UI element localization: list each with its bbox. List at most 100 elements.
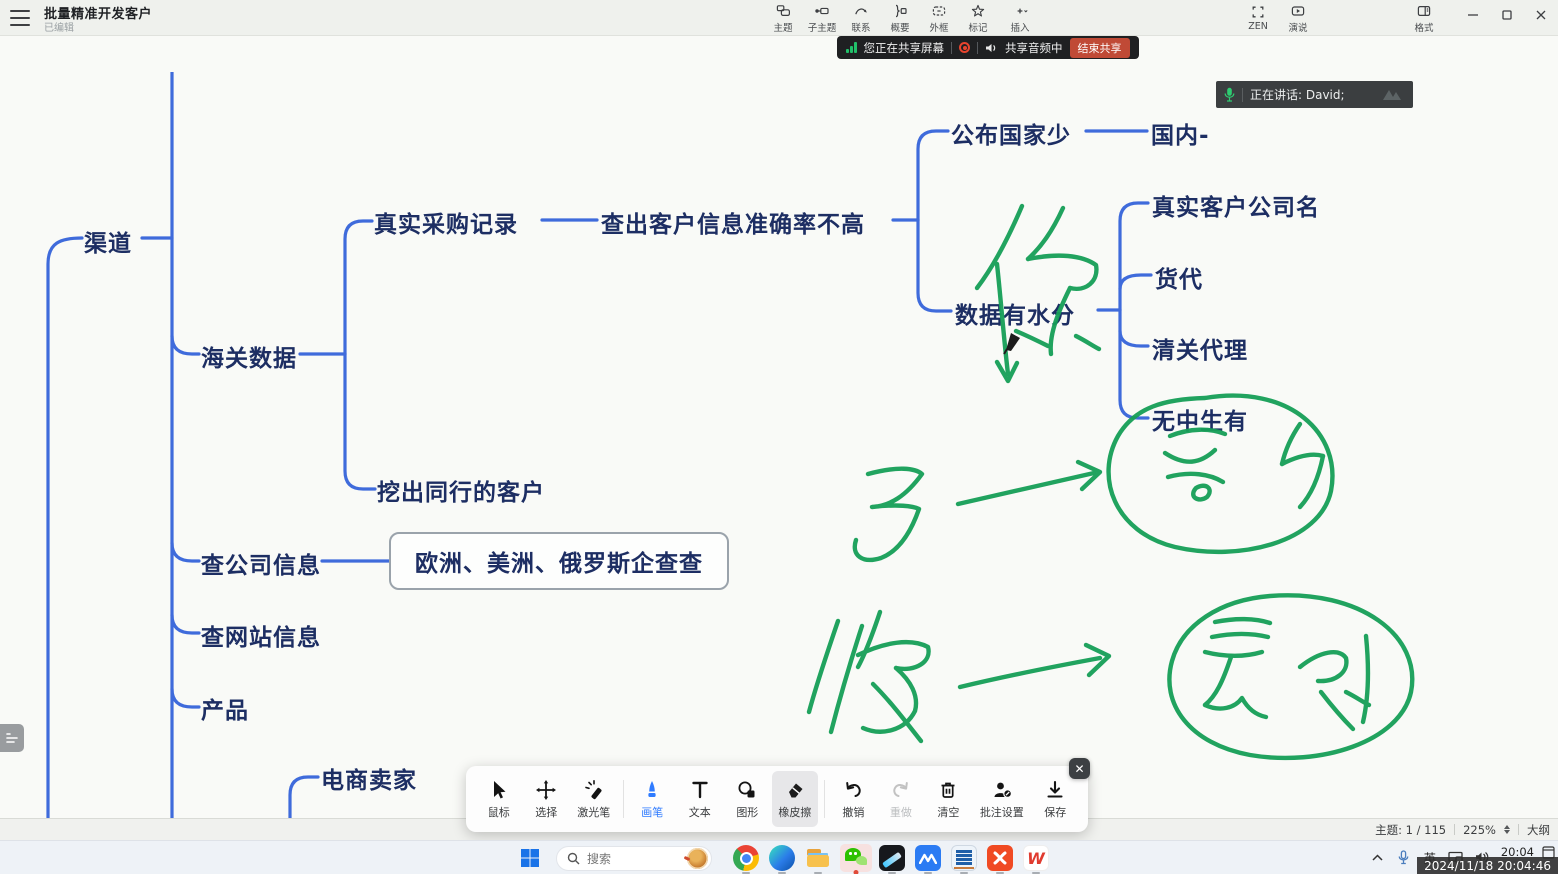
chrome-icon [733, 845, 759, 871]
mindmap-node[interactable]: 查网站信息 [201, 618, 321, 652]
tray-microphone-icon[interactable] [1391, 843, 1417, 871]
start-button[interactable] [516, 844, 544, 872]
mindmap-node[interactable]: 查公司信息 [201, 546, 321, 580]
shapes-tool-button[interactable]: 图形 [725, 771, 771, 827]
toolbar-label: 演说 [1288, 20, 1307, 34]
undo-button[interactable]: 撤销 [831, 771, 877, 827]
mindmap-node[interactable]: 货代 [1155, 260, 1203, 294]
toolbar-topic-button[interactable]: 主题 [762, 2, 804, 34]
toolbar-format-button[interactable]: 格式 [1403, 2, 1445, 34]
toolbar-label: 插入 [1010, 20, 1029, 34]
tool-label: 激光笔 [577, 804, 610, 820]
end-share-button[interactable]: 结束共享 [1070, 38, 1130, 58]
document-saved-state: 已编辑 [44, 19, 74, 34]
mindmap-node[interactable]: 产品 [201, 691, 249, 725]
annotation-toolbar-close-button[interactable]: ✕ [1069, 758, 1090, 779]
mindmap-node[interactable]: 真实采购记录 [374, 205, 518, 239]
pitch-icon [1289, 3, 1307, 19]
search-input[interactable] [587, 852, 673, 866]
mindmap-node[interactable]: 公布国家少 [951, 116, 1071, 150]
redo-icon [890, 779, 912, 801]
annotation-settings-button[interactable]: 批注设置 [973, 771, 1030, 827]
ink-arrow-1 [958, 462, 1100, 504]
zoom-stepper[interactable] [1504, 825, 1510, 834]
taskbar-mountain-app[interactable] [914, 844, 942, 872]
taskbar-xmind[interactable] [986, 844, 1014, 872]
select-tool-button[interactable]: 选择 [524, 771, 570, 827]
mountain-app-icon [915, 845, 941, 871]
handwriting-ink-layer [0, 72, 1558, 854]
close-button[interactable] [1524, 0, 1558, 30]
toolbar-subtopic-button[interactable]: 子主题 [801, 2, 843, 34]
windows-start-icon [520, 848, 540, 868]
topic-icon [774, 3, 792, 19]
clear-all-button[interactable]: 清空 [926, 771, 972, 827]
ink-ji [855, 469, 922, 560]
mindmap-node[interactable]: 海关数据 [201, 339, 297, 373]
zoom-level: 225% [1463, 823, 1496, 837]
toolbar-label: 格式 [1414, 20, 1433, 34]
toolbar-label: 联系 [851, 20, 870, 34]
signal-bars-icon [846, 42, 857, 53]
speaking-toast: 正在讲话: David; [1216, 81, 1413, 108]
mindmap-node[interactable]: 查出客户信息准确率不高 [601, 205, 865, 239]
search-highlight-image[interactable] [687, 848, 708, 869]
mindmap-node[interactable]: 数据有水分 [955, 296, 1075, 330]
taskbar-chrome[interactable] [732, 844, 760, 872]
mindmap-node[interactable]: 渠道 [84, 224, 132, 258]
tray-chevron-up-icon[interactable] [1365, 843, 1391, 871]
edge-icon [769, 845, 795, 871]
eraser-tool-button[interactable]: 橡皮擦 [772, 771, 818, 827]
divider [977, 42, 978, 54]
download-save-icon [1044, 779, 1066, 801]
mindmap-canvas[interactable]: 渠道 海关数据 真实采购记录 查出客户信息准确率不高 公布国家少 国内- 数据有… [0, 36, 1558, 818]
taskbar-file-explorer[interactable] [804, 844, 832, 872]
divider [824, 780, 825, 818]
maximize-button[interactable] [1490, 0, 1524, 30]
redo-button[interactable]: 重做 [878, 771, 924, 827]
toolbar-boundary-button[interactable]: 外框 [918, 2, 960, 34]
tool-label: 保存 [1044, 804, 1066, 820]
menu-icon[interactable] [10, 10, 30, 26]
recording-icon[interactable] [959, 42, 970, 53]
taskbar-edge[interactable] [768, 844, 796, 872]
save-annotation-button[interactable]: 保存 [1033, 771, 1079, 827]
app-titlebar: 批量精准开发客户 已编辑 主题 子主题 联系 概要 外框 标记 插入 [0, 0, 1558, 36]
taskbar-search[interactable] [556, 846, 712, 871]
toolbar-marker-button[interactable]: 标记 [957, 2, 999, 34]
dark-editor-icon [879, 845, 905, 871]
toolbar-pitch-button[interactable]: 演说 [1277, 2, 1319, 34]
taskbar-wps[interactable]: W [1022, 844, 1050, 872]
ink-ni [977, 206, 1099, 381]
list-icon [5, 731, 19, 745]
minimize-button[interactable] [1456, 0, 1490, 30]
mindmap-node[interactable]: 清关代理 [1152, 331, 1248, 365]
taskbar-capcut[interactable] [878, 844, 906, 872]
mouse-tool-button[interactable]: 鼠标 [476, 771, 522, 827]
toolbar-zen-button[interactable]: ZEN [1237, 2, 1279, 34]
meeting-logo-icon [1381, 88, 1405, 102]
pen-tool-button[interactable]: 画笔 [630, 771, 676, 827]
toolbar-relationship-button[interactable]: 联系 [840, 2, 882, 34]
mindmap-node[interactable]: 国内- [1151, 116, 1210, 150]
tool-label: 画笔 [641, 804, 663, 820]
summary-icon [891, 3, 909, 19]
mindmap-node[interactable]: 真实客户公司名 [1152, 188, 1320, 222]
ink-bi [809, 612, 929, 741]
outline-toggle-button[interactable] [0, 724, 24, 752]
laser-pointer-button[interactable]: 激光笔 [571, 771, 617, 827]
toolbar-summary-button[interactable]: 概要 [879, 2, 921, 34]
outline-button[interactable]: 大纲 [1527, 822, 1550, 838]
mindmap-node[interactable]: 无中生有 [1152, 402, 1248, 436]
mindmap-node-boxed[interactable]: 欧洲、美洲、俄罗斯企查查 [389, 532, 729, 590]
text-tool-button[interactable]: 文本 [677, 771, 723, 827]
toolbar-insert-button[interactable]: 插入 [999, 2, 1041, 34]
taskbar-wechat[interactable] [840, 844, 872, 872]
mindmap-node[interactable]: 挖出同行的客户 [377, 473, 545, 507]
undo-icon [842, 779, 864, 801]
insert-icon [1011, 3, 1029, 19]
divider [1242, 88, 1243, 102]
marker-icon [969, 3, 987, 19]
mindmap-node[interactable]: 电商卖家 [321, 761, 417, 795]
taskbar-notes-app[interactable] [950, 844, 978, 872]
